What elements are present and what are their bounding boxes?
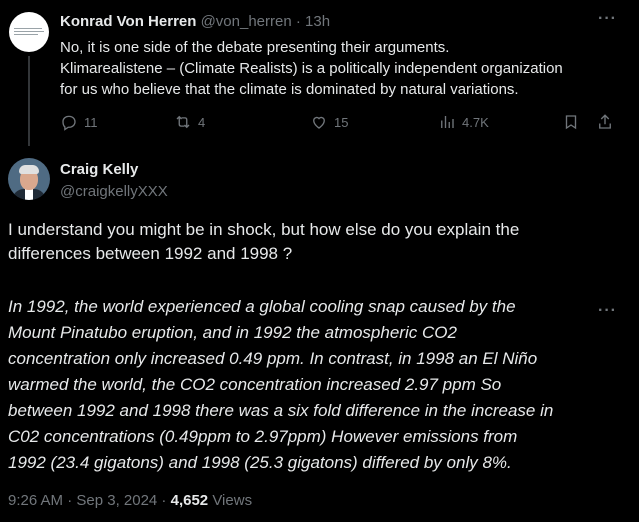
repost-icon bbox=[176, 115, 190, 129]
repost-count: 4 bbox=[198, 114, 206, 130]
views-count: 4.7K bbox=[462, 114, 489, 130]
reply-count: 11 bbox=[84, 114, 98, 130]
tweet-intro-line: differences between 1992 and 1998 ? bbox=[8, 244, 293, 263]
reply-text-line: Klimarealistene – (Climate Realists) is … bbox=[60, 60, 563, 77]
avatar-hair bbox=[19, 165, 39, 174]
like-count: 15 bbox=[334, 114, 349, 130]
views-icon bbox=[441, 116, 454, 128]
tweet-views-count: 4,652 bbox=[170, 492, 209, 509]
views-button[interactable]: 4.7K bbox=[438, 113, 489, 131]
author-avatar[interactable] bbox=[8, 158, 50, 200]
avatar-collar bbox=[25, 189, 33, 200]
reply-button[interactable]: 11 bbox=[60, 113, 98, 131]
like-button[interactable]: 15 bbox=[310, 113, 348, 131]
reply-icon bbox=[62, 115, 76, 131]
more-icon[interactable]: ··· bbox=[598, 10, 617, 28]
tweet-timestamp[interactable]: 9:26 AM · Sep 3, 2024 · bbox=[8, 492, 166, 509]
reply-header: Konrad Von Herren @von_herren · 13h bbox=[60, 12, 330, 32]
reply-text: No, it is one side of the debate present… bbox=[60, 37, 630, 100]
tweet-body-line: 1992 (23.4 gigatons) and 1998 (25.3 giga… bbox=[8, 453, 512, 472]
author-name[interactable]: Craig Kelly bbox=[60, 160, 138, 180]
tweet-body-line: C02 concentrations (0.49ppm to 2.97ppm) … bbox=[8, 427, 518, 446]
tweet-body: In 1992, the world experienced a global … bbox=[8, 294, 608, 476]
bookmark-button[interactable] bbox=[562, 113, 580, 131]
reply-avatar[interactable] bbox=[9, 12, 49, 52]
main-tweet: Craig Kelly @craigkellyXXX ··· I underst… bbox=[0, 146, 639, 522]
reply-text-line: for us who believe that the climate is d… bbox=[60, 81, 519, 98]
avatar-text-line bbox=[14, 28, 42, 29]
repost-button[interactable]: 4 bbox=[174, 113, 205, 131]
author-handle[interactable]: @craigkellyXXX bbox=[60, 182, 168, 202]
tweet-text: I understand you might be in shock, but … bbox=[8, 218, 608, 476]
thread-line bbox=[28, 56, 30, 146]
reply-author-name[interactable]: Konrad Von Herren bbox=[60, 13, 196, 30]
tweet-body-line: warmed the world, the CO2 concentration … bbox=[8, 375, 502, 394]
tweet-body-line: between 1992 and 1998 there was a six fo… bbox=[8, 401, 554, 420]
heart-icon bbox=[313, 116, 325, 129]
tweet-intro-line: I understand you might be in shock, but … bbox=[8, 220, 520, 239]
reply-action-bar: 11 4 15 4.7K bbox=[60, 113, 620, 133]
tweet-views-label: Views bbox=[212, 492, 253, 509]
tweet-body-line: In 1992, the world experienced a global … bbox=[8, 297, 516, 316]
separator-dot: · bbox=[295, 13, 301, 30]
tweet-body-line: Mount Pinatubo eruption, and in 1992 the… bbox=[8, 323, 457, 342]
avatar-text-line bbox=[14, 31, 44, 32]
tweet-meta: 9:26 AM · Sep 3, 2024 · 4,652 Views bbox=[8, 492, 252, 509]
reply-time[interactable]: 13h bbox=[305, 13, 330, 30]
bookmark-icon bbox=[565, 115, 577, 130]
reply-text-line: No, it is one side of the debate present… bbox=[60, 39, 450, 56]
share-icon bbox=[599, 114, 611, 129]
tweet-body-line: concentration only increased 0.49 ppm. I… bbox=[8, 349, 538, 368]
reply-tweet[interactable]: Konrad Von Herren @von_herren · 13h ··· … bbox=[0, 0, 639, 146]
reply-author-handle[interactable]: @von_herren bbox=[201, 13, 292, 30]
share-button[interactable] bbox=[596, 113, 614, 131]
avatar-text-line bbox=[14, 34, 38, 35]
